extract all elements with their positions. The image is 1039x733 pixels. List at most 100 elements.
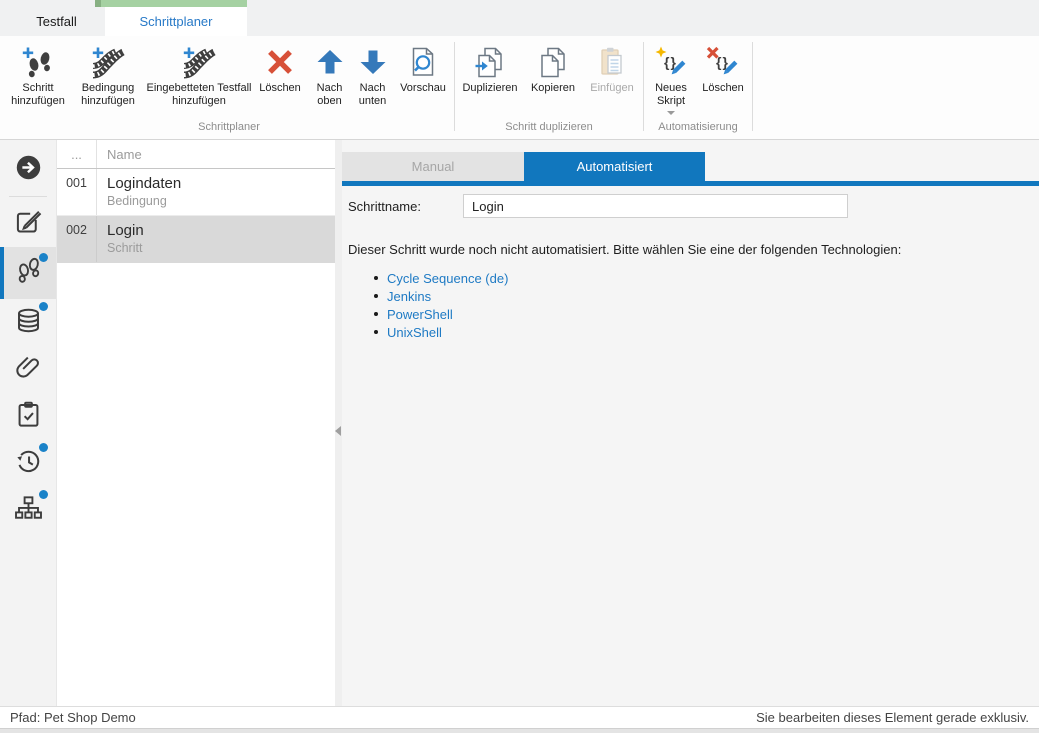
chevron-down-icon [667, 111, 675, 115]
ribbon-separator [643, 42, 644, 131]
move-up-icon [313, 42, 347, 82]
duplicate-label: Duplizieren [462, 82, 517, 95]
editor-panel: Manual Automatisiert Schrittname: Dieser… [342, 140, 1039, 706]
delete-script-label: Löschen [702, 82, 744, 95]
main-area: ... Name 001 Logindaten Bedingung 002 Lo… [0, 140, 1039, 706]
paperclip-icon [14, 353, 43, 387]
paste-icon [595, 42, 629, 82]
tab-manual[interactable]: Manual [342, 152, 524, 181]
panel-splitter[interactable] [335, 140, 342, 706]
footprints-icon [14, 256, 43, 290]
move-down-button[interactable]: Nach unten [351, 40, 394, 108]
table-row[interactable]: 001 Logindaten Bedingung [57, 169, 335, 216]
sidebar-item-data[interactable] [0, 299, 56, 346]
edit-icon [14, 207, 43, 241]
collapse-panel-icon[interactable] [335, 426, 341, 436]
delete-step-button[interactable]: Löschen [252, 40, 308, 95]
sidebar-item-steps[interactable] [0, 247, 56, 299]
add-condition-label: Bedingung hinzufügen [70, 82, 146, 108]
status-bar: Pfad: Pet Shop Demo Sie bearbeiten diese… [0, 706, 1039, 728]
hierarchy-icon [14, 494, 43, 528]
list-item: PowerShell [374, 305, 1039, 323]
add-condition-button[interactable]: Bedingung hinzufügen [70, 40, 146, 108]
ribbon-separator [752, 42, 753, 131]
window-tab-strip: Testfall Schrittplaner [0, 0, 1039, 36]
paste-label: Einfügen [590, 82, 633, 95]
list-item: Jenkins [374, 287, 1039, 305]
tab-automatisiert[interactable]: Automatisiert [524, 152, 705, 181]
delete-script-button[interactable]: Löschen [696, 40, 750, 95]
bullet-icon [374, 312, 378, 316]
table-row[interactable]: 002 Login Schritt [57, 216, 335, 263]
new-script-button[interactable]: Neues Skript [646, 40, 696, 115]
move-down-icon [356, 42, 390, 82]
step-number: 001 [57, 169, 97, 215]
history-icon [14, 447, 43, 481]
technology-link-cycle-sequence[interactable]: Cycle Sequence (de) [387, 271, 508, 286]
sidebar-item-hierarchy[interactable] [0, 487, 56, 534]
preview-button[interactable]: Vorschau [394, 40, 452, 95]
sidebar-item-checklist[interactable] [0, 393, 56, 440]
add-embedded-testcase-label: Eingebetteten Testfall hinzufügen [146, 82, 252, 108]
status-path: Pfad: Pet Shop Demo [10, 710, 136, 725]
sidebar-item-navigate[interactable] [0, 146, 56, 193]
ribbon-group-label: Schritt duplizieren [457, 120, 641, 139]
ribbon-group-automatisierung: Neues Skript Löschen Automatisierung [646, 36, 750, 139]
duplicate-button[interactable]: Duplizieren [457, 40, 523, 95]
stepname-label: Schrittname: [348, 199, 463, 214]
paste-button[interactable]: Einfügen [583, 40, 641, 95]
tab-testfall[interactable]: Testfall [8, 7, 105, 36]
delete-script-icon [706, 42, 740, 82]
ribbon-separator [454, 42, 455, 131]
step-number: 002 [57, 216, 97, 262]
step-type: Schritt [107, 241, 335, 255]
notification-badge [39, 302, 48, 311]
list-item: Cycle Sequence (de) [374, 269, 1039, 287]
copy-label: Kopieren [531, 82, 575, 95]
sidebar-item-attachments[interactable] [0, 346, 56, 393]
bullet-icon [374, 294, 378, 298]
column-header-name: Name [97, 147, 142, 162]
active-tab-underline [342, 181, 1039, 186]
ribbon: Schritt hinzufügen Bedingung hinzufügen … [0, 36, 1039, 140]
new-script-label: Neues Skript [646, 82, 696, 108]
bullet-icon [374, 330, 378, 334]
technology-link-jenkins[interactable]: Jenkins [387, 289, 431, 304]
delete-step-label: Löschen [259, 82, 301, 95]
steps-list-panel: ... Name 001 Logindaten Bedingung 002 Lo… [57, 140, 335, 706]
move-up-label: Nach oben [308, 82, 351, 108]
step-title: Logindaten [107, 175, 335, 192]
copy-button[interactable]: Kopieren [523, 40, 583, 95]
database-icon [14, 306, 43, 340]
notification-badge [39, 253, 48, 262]
sidebar-item-edit[interactable] [0, 200, 56, 247]
active-tab-indicator [99, 0, 247, 7]
editor-tabs: Manual Automatisiert [342, 152, 1039, 181]
preview-icon [406, 42, 440, 82]
notification-badge [39, 443, 48, 452]
ribbon-group-schrittplaner: Schritt hinzufügen Bedingung hinzufügen … [6, 36, 452, 139]
sidebar-divider [9, 196, 47, 197]
add-step-button[interactable]: Schritt hinzufügen [6, 40, 70, 108]
ribbon-group-schritt-duplizieren: Duplizieren Kopieren Einfügen [457, 36, 641, 139]
list-item: UnixShell [374, 323, 1039, 341]
step-title: Login [107, 222, 335, 239]
technology-link-powershell[interactable]: PowerShell [387, 307, 453, 322]
add-step-label: Schritt hinzufügen [6, 82, 70, 108]
sidebar-item-history[interactable] [0, 440, 56, 487]
step-type: Bedingung [107, 194, 335, 208]
bottom-strip [0, 728, 1039, 733]
technology-list: Cycle Sequence (de) Jenkins PowerShell U… [374, 269, 1039, 341]
preview-label: Vorschau [400, 82, 446, 95]
arrow-circle-icon [14, 153, 43, 187]
stepname-input[interactable] [463, 194, 848, 218]
automation-message: Dieser Schritt wurde noch nicht automati… [348, 242, 1039, 257]
clipboard-check-icon [14, 400, 43, 434]
notification-badge [39, 490, 48, 499]
technology-link-unixshell[interactable]: UnixShell [387, 325, 442, 340]
move-up-button[interactable]: Nach oben [308, 40, 351, 108]
new-script-icon [654, 42, 688, 82]
add-embedded-testcase-button[interactable]: Eingebetteten Testfall hinzufügen [146, 40, 252, 108]
bullet-icon [374, 276, 378, 280]
tab-schrittplaner[interactable]: Schrittplaner [105, 7, 247, 36]
